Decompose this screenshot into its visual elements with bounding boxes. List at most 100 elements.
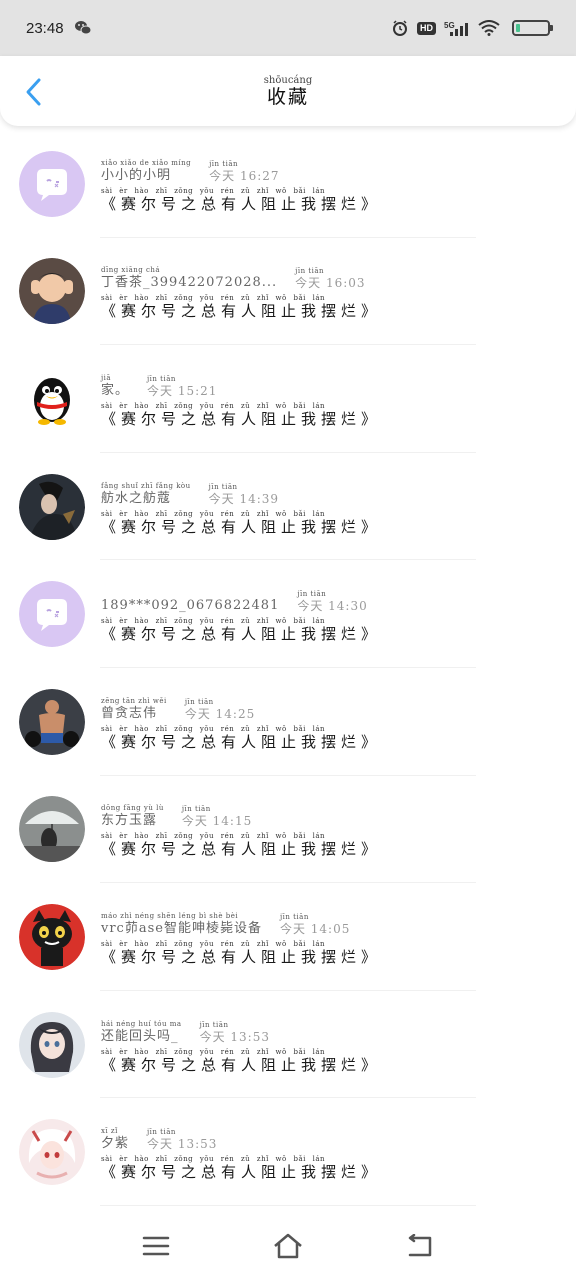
avatar[interactable] (19, 258, 85, 325)
author-block: xī zǐ 夕紫 (101, 1128, 129, 1151)
avatar[interactable] (19, 473, 85, 540)
item-title-row: sài èr hào zhī zǒng yǒu rén zǔ zhǐ wǒ bǎ… (101, 184, 381, 212)
avatar[interactable] (19, 365, 85, 432)
page-title: shōucáng 收藏 (264, 75, 312, 107)
book-title[interactable]: 《赛尔号之总有人阻止我摆烂》 (101, 196, 381, 212)
item-body: máo zhì néng shēn léng bì shè bèi vrc茆as… (101, 909, 381, 965)
list-item[interactable]: hái néng huí tóu ma 还能回头吗_ jīn tiān 今天 1… (0, 991, 576, 1099)
timestamp: 今天 14:25 (184, 706, 256, 721)
avatar[interactable] (19, 688, 85, 755)
item-body: fǎng shuǐ zhī fǎng kòu 舫水之舫蔻 jīn tiān 今天… (101, 479, 381, 535)
timestamp: 今天 15:21 (147, 383, 218, 398)
item-meta-row: hái néng huí tóu ma 还能回头吗_ jīn tiān 今天 1… (101, 1017, 381, 1043)
menu-button[interactable] (136, 1226, 176, 1266)
avatar[interactable] (19, 1011, 85, 1078)
item-body: 189***092_0676822481 jīn tiān 今天 14:30 s… (101, 586, 381, 642)
timestamp: 今天 14:39 (208, 491, 280, 506)
back-nav-button[interactable] (400, 1226, 440, 1266)
header: shōucáng 收藏 (0, 56, 576, 126)
list-item[interactable]: jiā 家。 jīn tiān 今天 15:21 sài èr hào zhī … (0, 345, 576, 453)
timestamp: 今天 13:53 (147, 1137, 218, 1152)
author-block: zēng tān zhì wěi 曾贪志伟 (101, 697, 167, 720)
book-title[interactable]: 《赛尔号之总有人阻止我摆烂》 (101, 304, 381, 319)
timestamp: 今天 16:27 (209, 168, 280, 183)
time-block: jīn tiān 今天 14:15 (181, 806, 253, 829)
book-title[interactable]: 《赛尔号之总有人阻止我摆烂》 (101, 519, 381, 535)
home-button[interactable] (268, 1226, 308, 1266)
avatar[interactable] (19, 581, 85, 648)
item-title-row: sài èr hào zhī zǒng yǒu rén zǔ zhǐ wǒ bǎ… (101, 829, 381, 857)
favorites-list: xiǎo xiǎo de xiǎo míng 小小的小明 jīn tiān 今天… (0, 130, 576, 1206)
system-nav-bar (0, 1212, 576, 1280)
time-block: jīn tiān 今天 14:05 (279, 913, 351, 936)
timestamp: 今天 14:05 (279, 921, 351, 936)
hd-badge: HD (417, 21, 436, 35)
timestamp: 今天 13:53 (199, 1029, 270, 1044)
item-title-row: sài èr hào zhī zǒng yǒu rén zǔ zhǐ wǒ bǎ… (101, 937, 381, 965)
author-name: 舫水之舫蔻 (101, 490, 172, 506)
list-item[interactable]: fǎng shuǐ zhī fǎng kòu 舫水之舫蔻 jīn tiān 今天… (0, 453, 576, 561)
time-block: jīn tiān 今天 13:53 (147, 1129, 218, 1152)
author-block: dōng fāng yù lù 东方玉露 (101, 805, 164, 829)
item-title-row: sài èr hào zhī zǒng yǒu rén zǔ zhǐ wǒ bǎ… (101, 614, 381, 642)
item-meta-row: máo zhì néng shēn léng bì shè bèi vrc茆as… (101, 909, 381, 935)
timestamp: 今天 16:03 (295, 276, 366, 291)
menu-icon (142, 1236, 170, 1256)
book-title-block: sài èr hào zhī zǒng yǒu rén zǔ zhǐ wǒ bǎ… (101, 295, 381, 319)
book-title[interactable]: 《赛尔号之总有人阻止我摆烂》 (101, 734, 381, 750)
author-block: fǎng shuǐ zhī fǎng kòu 舫水之舫蔻 (101, 482, 191, 506)
author-name: vrc茆ase智能呻棱毙设备 (101, 920, 262, 936)
book-title-block: sài èr hào zhī zǒng yǒu rén zǔ zhǐ wǒ bǎ… (101, 510, 381, 535)
list-item[interactable]: zēng tān zhì wěi 曾贪志伟 jīn tiān 今天 14:25 … (0, 668, 576, 776)
book-title[interactable]: 《赛尔号之总有人阻止我摆烂》 (101, 411, 381, 427)
list-item[interactable]: máo zhì néng shēn léng bì shè bèi vrc茆as… (0, 883, 576, 991)
wifi-icon (478, 19, 500, 37)
list-item[interactable]: dōng fāng yù lù 东方玉露 jīn tiān 今天 14:15 s… (0, 776, 576, 884)
author-name: 丁香茶_399422072028... (101, 275, 278, 291)
book-title[interactable]: 《赛尔号之总有人阻止我摆烂》 (101, 949, 381, 965)
book-title-block: sài èr hào zhī zǒng yǒu rén zǔ zhǐ wǒ bǎ… (101, 618, 381, 642)
book-title[interactable]: 《赛尔号之总有人阻止我摆烂》 (101, 1165, 381, 1180)
back-button[interactable] (18, 74, 48, 110)
avatar[interactable] (19, 150, 85, 217)
item-title-row: sài èr hào zhī zǒng yǒu rén zǔ zhǐ wǒ bǎ… (101, 507, 381, 535)
status-right: HD 5G (391, 19, 553, 37)
time-block: jīn tiān 今天 16:03 (295, 268, 366, 291)
item-body: hái néng huí tóu ma 还能回头吗_ jīn tiān 今天 1… (101, 1017, 381, 1073)
avatar[interactable] (19, 796, 85, 863)
book-title-block: sài èr hào zhī zǒng yǒu rén zǔ zhǐ wǒ bǎ… (101, 1156, 381, 1180)
item-body: zēng tān zhì wěi 曾贪志伟 jīn tiān 今天 14:25 … (101, 694, 381, 750)
author-block: xiǎo xiǎo de xiǎo míng 小小的小明 (101, 159, 191, 182)
status-left: 23:48 (26, 19, 92, 37)
author-name: 东方玉露 (101, 813, 158, 829)
author-block: hái néng huí tóu ma 还能回头吗_ (101, 1020, 182, 1043)
author-name: 家。 (101, 382, 130, 398)
avatar[interactable] (19, 1119, 85, 1186)
item-title-row: sài èr hào zhī zǒng yǒu rén zǔ zhǐ wǒ bǎ… (101, 1152, 381, 1180)
list-item[interactable]: xiǎo xiǎo de xiǎo míng 小小的小明 jīn tiān 今天… (0, 130, 576, 238)
item-body: xī zǐ 夕紫 jīn tiān 今天 13:53 sài èr hào zh… (101, 1124, 381, 1180)
list-item[interactable]: 189***092_0676822481 jīn tiān 今天 14:30 s… (0, 560, 576, 668)
avatar[interactable] (19, 903, 85, 970)
list-item[interactable]: dīng xiāng chá 丁香茶_399422072028... jīn t… (0, 238, 576, 346)
book-title-block: sài èr hào zhī zǒng yǒu rén zǔ zhǐ wǒ bǎ… (101, 725, 381, 750)
book-title[interactable]: 《赛尔号之总有人阻止我摆烂》 (101, 1057, 381, 1073)
book-title-block: sài èr hào zhī zǒng yǒu rén zǔ zhǐ wǒ bǎ… (101, 187, 381, 212)
item-body: dīng xiāng chá 丁香茶_399422072028... jīn t… (101, 263, 381, 319)
time-block: jīn tiān 今天 16:27 (209, 160, 280, 183)
time-block: jīn tiān 今天 14:25 (184, 698, 256, 721)
item-meta-row: dōng fāng yù lù 东方玉露 jīn tiān 今天 14:15 (101, 801, 381, 829)
item-body: jiā 家。 jīn tiān 今天 15:21 sài èr hào zhī … (101, 371, 381, 427)
time-block: jīn tiān 今天 14:30 (297, 591, 367, 613)
item-meta-row: fǎng shuǐ zhī fǎng kòu 舫水之舫蔻 jīn tiān 今天… (101, 479, 381, 505)
book-title[interactable]: 《赛尔号之总有人阻止我摆烂》 (101, 627, 381, 642)
author-block: dīng xiāng chá 丁香茶_399422072028... (101, 267, 278, 291)
item-title-row: sài èr hào zhī zǒng yǒu rén zǔ zhǐ wǒ bǎ… (101, 291, 381, 319)
book-title-block: sài èr hào zhī zǒng yǒu rén zǔ zhǐ wǒ bǎ… (101, 940, 381, 965)
time-block: jīn tiān 今天 14:39 (208, 483, 280, 506)
book-title[interactable]: 《赛尔号之总有人阻止我摆烂》 (101, 842, 381, 857)
item-title-row: sài èr hào zhī zǒng yǒu rén zǔ zhǐ wǒ bǎ… (101, 722, 381, 750)
list-item[interactable]: xī zǐ 夕紫 jīn tiān 今天 13:53 sài èr hào zh… (0, 1098, 576, 1206)
timestamp: 今天 14:15 (181, 814, 253, 829)
author-name: 189***092_0676822481 (101, 598, 280, 614)
